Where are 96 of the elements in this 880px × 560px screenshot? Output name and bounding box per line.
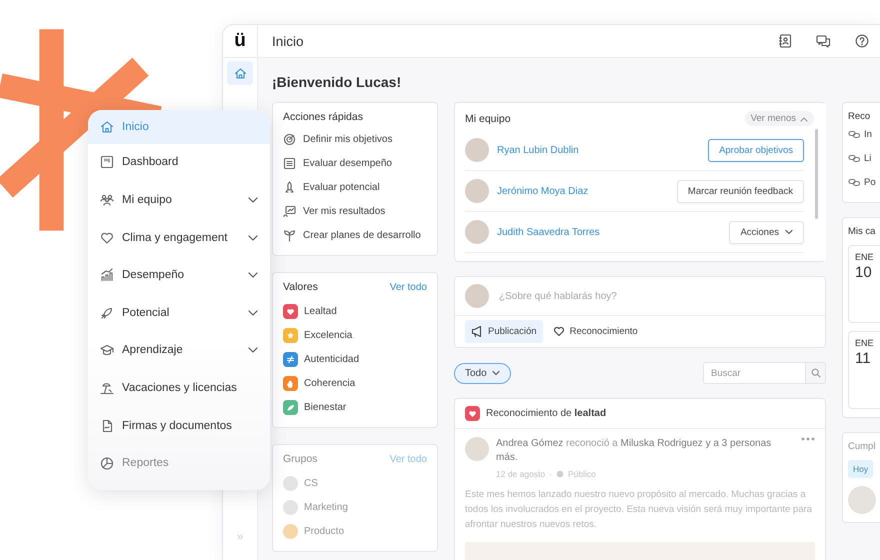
recommendation-link[interactable]: Po	[848, 170, 880, 194]
search-icon	[810, 368, 820, 378]
list-icon	[283, 156, 296, 170]
menu-item[interactable]: Clima y engagement	[88, 218, 270, 256]
menu-item[interactable]: Mi equipo	[88, 181, 270, 219]
not-equal-icon	[286, 354, 295, 364]
star-icon	[286, 330, 295, 340]
date-day: 10	[855, 264, 880, 281]
quick-action-link[interactable]: Ver mis resultados	[283, 199, 427, 223]
home-icon	[234, 66, 246, 80]
people-icon	[100, 193, 114, 208]
menu-item[interactable]: Vacaciones y licencias	[88, 369, 270, 407]
card-title: Mi equipo	[465, 112, 511, 124]
link-icon	[848, 154, 861, 162]
value-label: Autenticidad	[304, 354, 360, 364]
menu-item[interactable]: Desempeño	[88, 256, 270, 294]
post-headline: Andrea Gómez reconoció a Miluska Rodriguez y a 3 personas más.	[496, 437, 772, 465]
logo[interactable]: ü	[234, 30, 246, 52]
avatar	[465, 437, 489, 461]
rocket-icon	[100, 306, 114, 320]
card-title: Acciones rápidas	[283, 111, 364, 123]
quick-action-link[interactable]: Definir mis objetivos	[283, 127, 427, 151]
search-button[interactable]	[806, 362, 826, 384]
page-title: Inicio	[272, 34, 304, 48]
home-button[interactable]	[227, 61, 253, 85]
menu-item[interactable]: Potencial	[88, 294, 270, 332]
separator: ·	[549, 469, 552, 479]
rocket-icon	[283, 180, 296, 194]
post-category: Reconocimiento de lealtad	[486, 408, 606, 419]
post-date: 12 de agosto	[496, 469, 546, 479]
card-title: Cumpl	[848, 441, 876, 452]
avatar	[848, 486, 876, 514]
filter-dropdown[interactable]: Todo	[454, 362, 511, 384]
action-button[interactable]: Marcar reunión feedback	[676, 180, 804, 202]
recommendation-link[interactable]: In	[848, 122, 880, 146]
bar-chart-icon	[100, 268, 114, 282]
post-text: Este mes hemos lanzado nuestro nuevo propósito al mercado. Muchas gracias a todos los involucrados en el proyecto. Esta nueva visión será muy importante para afrontar nuestros nuevos retos.	[465, 488, 813, 532]
menu-item[interactable]: Aprendizaje	[88, 332, 270, 370]
hand-icon	[286, 378, 295, 388]
recommendation-link[interactable]: Li	[848, 146, 880, 170]
post-input[interactable]: ¿Sobre qué hablarás hoy?	[497, 290, 815, 302]
graduation-cap-icon	[100, 343, 114, 358]
composer-tab[interactable]: Reconocimiento	[546, 320, 644, 343]
see-all-link[interactable]: Ver todo	[390, 282, 427, 292]
welcome-heading: ¡Bienvenido Lucas!	[272, 74, 402, 90]
caret-icon	[785, 229, 793, 235]
card-title: Valores	[283, 281, 318, 293]
link-icon	[848, 130, 861, 138]
actions-dropdown[interactable]: Acciones	[729, 220, 804, 244]
date-day: 11	[855, 350, 880, 367]
dashboard-icon	[100, 155, 114, 170]
value-label: Excelencia	[304, 330, 352, 340]
avatar	[465, 284, 489, 308]
card-title: Mis ca	[848, 226, 876, 237]
contact-card-icon[interactable]	[778, 34, 792, 48]
chat-icon[interactable]	[816, 34, 831, 48]
beach-icon	[100, 381, 114, 395]
quick-action-link[interactable]: Evaluar potencial	[283, 175, 427, 199]
composer-tab[interactable]: Publicación	[465, 320, 543, 343]
heart-icon	[286, 306, 295, 316]
avatar	[465, 179, 489, 203]
leaf-icon	[286, 402, 295, 412]
menu-item[interactable]: Dashboard	[88, 144, 270, 182]
link-icon	[848, 178, 861, 186]
help-icon[interactable]	[855, 34, 869, 48]
quick-action-link[interactable]: Evaluar desempeño	[283, 151, 427, 175]
caret-icon	[492, 370, 500, 376]
value-label: Coherencia	[304, 378, 356, 388]
avatar	[465, 220, 489, 244]
scrollbar[interactable]	[815, 129, 818, 219]
value-label: Lealtad	[304, 306, 337, 316]
avatar	[465, 138, 489, 162]
chevron-up-icon	[800, 116, 808, 122]
date-tile[interactable]: ENE 11	[848, 331, 880, 409]
heart-icon	[552, 325, 565, 338]
quick-action-link[interactable]: Crear planes de desarrollo	[283, 223, 427, 247]
heart-icon	[468, 409, 477, 418]
date-tile[interactable]: ENE 10	[848, 245, 880, 323]
menu-item[interactable]: Firmas y documentos	[88, 406, 270, 444]
date-month: ENE	[855, 338, 875, 348]
search-field[interactable]: Buscar	[703, 362, 806, 384]
card-title: Grupos	[283, 453, 318, 465]
sprout-icon	[283, 228, 296, 242]
post-audience: Público	[568, 469, 596, 479]
home-icon	[100, 120, 114, 134]
heart-icon	[100, 230, 114, 245]
globe-icon	[556, 470, 564, 478]
megaphone-icon	[471, 325, 483, 338]
pie-chart-icon	[100, 456, 114, 470]
target-icon	[283, 132, 296, 146]
date-month: ENE	[855, 252, 875, 262]
more-icon[interactable]	[801, 437, 815, 441]
value-label: Bienestar	[304, 402, 346, 412]
card-title: Reco	[848, 111, 872, 122]
chart-screen-icon	[283, 204, 296, 218]
document-icon	[100, 418, 114, 433]
